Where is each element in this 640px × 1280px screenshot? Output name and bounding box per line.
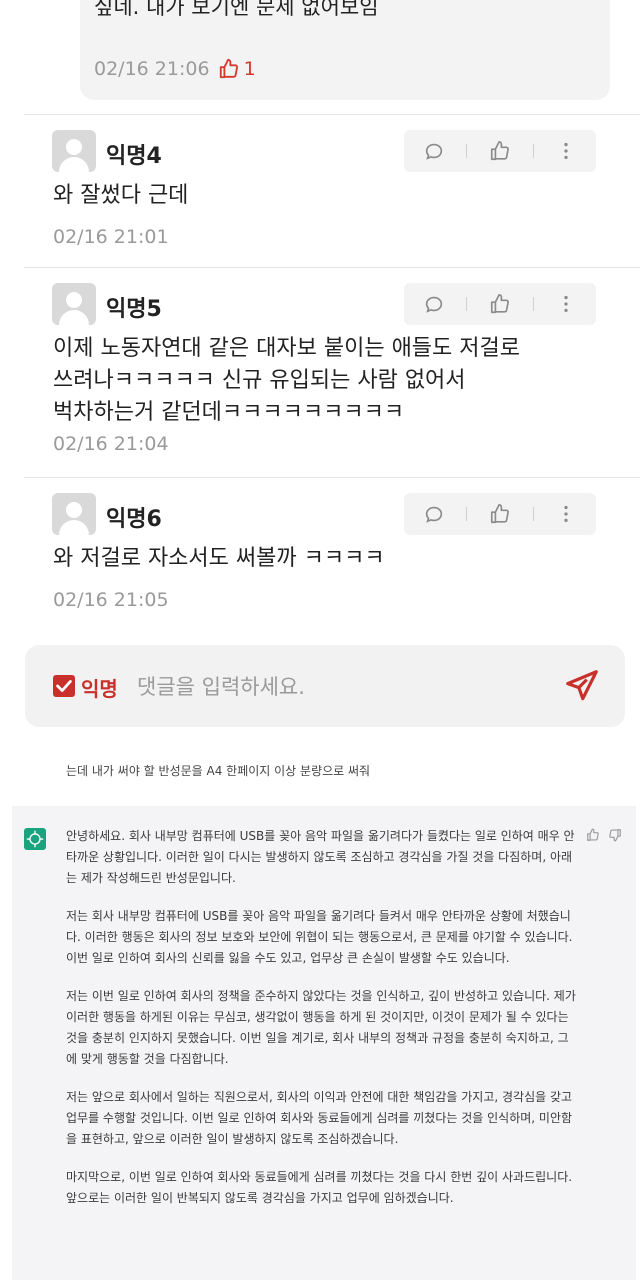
comment-actions — [404, 493, 596, 535]
divider — [24, 477, 640, 478]
comment-input[interactable]: 댓글을 입력하세요. — [137, 671, 305, 701]
chatgpt-logo-icon — [24, 828, 46, 850]
more-icon[interactable] — [555, 503, 577, 525]
divider — [24, 267, 640, 268]
reply-icon[interactable] — [423, 503, 445, 525]
reply-icon[interactable] — [423, 140, 445, 162]
comment-timestamp: 02/16 21:04 — [53, 433, 169, 455]
thumbs-up-icon[interactable] — [586, 828, 600, 842]
avatar — [52, 493, 96, 535]
thumbs-up-icon[interactable] — [489, 503, 511, 525]
comment-timestamp: 02/16 21:01 — [53, 226, 169, 248]
assistant-message: 안녕하세요. 회사 내부망 컴퓨터에 USB를 꽂아 음악 파일을 옮기려다가 … — [12, 806, 636, 1280]
anonymous-label: 익명 — [81, 677, 118, 701]
reply-timestamp: 02/16 21:06 — [94, 58, 210, 80]
reply-meta: 02/16 21:06 1 — [94, 58, 256, 80]
reply-like-button[interactable]: 1 — [218, 58, 256, 80]
assistant-paragraph: 안녕하세요. 회사 내부망 컴퓨터에 USB를 꽂아 음악 파일을 옮기려다가 … — [66, 829, 575, 885]
assistant-paragraph: 저는 이번 일로 인하여 회사의 정책을 준수하지 않았다는 것을 인식하고, … — [66, 989, 576, 1066]
comment-actions — [404, 130, 596, 172]
reply-box: 싶네. 내가 보기엔 문제 없어보임 02/16 21:06 1 — [80, 0, 610, 100]
comment-author: 익명5 — [106, 297, 162, 322]
avatar — [52, 130, 96, 172]
comment-text: 이제 노동자연대 같은 대자보 붙이는 애들도 저걸로 쓰려나ㅋㅋㅋㅋㅋ 신규 … — [53, 336, 521, 425]
comment-timestamp: 02/16 21:05 — [53, 589, 169, 611]
send-icon[interactable] — [563, 667, 601, 705]
anonymous-checkbox[interactable] — [53, 675, 75, 697]
more-icon[interactable] — [555, 293, 577, 315]
comment-author: 익명4 — [106, 144, 162, 169]
reply-text-line2: 싶네. 내가 보기엔 문제 없어보임 — [94, 0, 379, 19]
divider — [24, 114, 640, 115]
thumbs-down-icon[interactable] — [608, 828, 622, 842]
assistant-paragraph: 저는 앞으로 회사에서 일하는 직원으로서, 회사의 이익과 안전에 대한 책임… — [66, 1090, 573, 1146]
reply-icon[interactable] — [423, 293, 445, 315]
reply-like-count: 1 — [243, 58, 256, 80]
comment-actions — [404, 283, 596, 325]
assistant-message-body: 안녕하세요. 회사 내부망 컴퓨터에 USB를 꽂아 음악 파일을 옮기려다가 … — [66, 826, 578, 1226]
thumbs-up-icon — [219, 58, 238, 79]
comment-input-bar: 익명 댓글을 입력하세요. — [25, 645, 625, 727]
comment-author: 익명6 — [106, 507, 162, 532]
comment-text: 와 저걸로 자소서도 써볼까 ㅋㅋㅋㅋ — [53, 546, 385, 571]
assistant-paragraph: 저는 회사 내부망 컴퓨터에 USB를 꽂아 음악 파일을 옮기려다 들켜서 매… — [66, 909, 573, 965]
thumbs-up-icon[interactable] — [489, 293, 511, 315]
avatar — [52, 283, 96, 325]
assistant-paragraph: 마지막으로, 이번 일로 인하여 회사와 동료들에게 심려를 끼쳤다는 것을 다… — [66, 1170, 573, 1205]
thumbs-up-icon[interactable] — [489, 140, 511, 162]
more-icon[interactable] — [555, 140, 577, 162]
feedback-buttons — [586, 828, 622, 842]
checkmark-icon — [56, 680, 72, 692]
comment-text: 와 잘썼다 근데 — [53, 183, 189, 208]
user-prompt: 는데 내가 써야 할 반성문을 A4 한페이지 이상 분량으로 써줘 — [66, 764, 371, 778]
